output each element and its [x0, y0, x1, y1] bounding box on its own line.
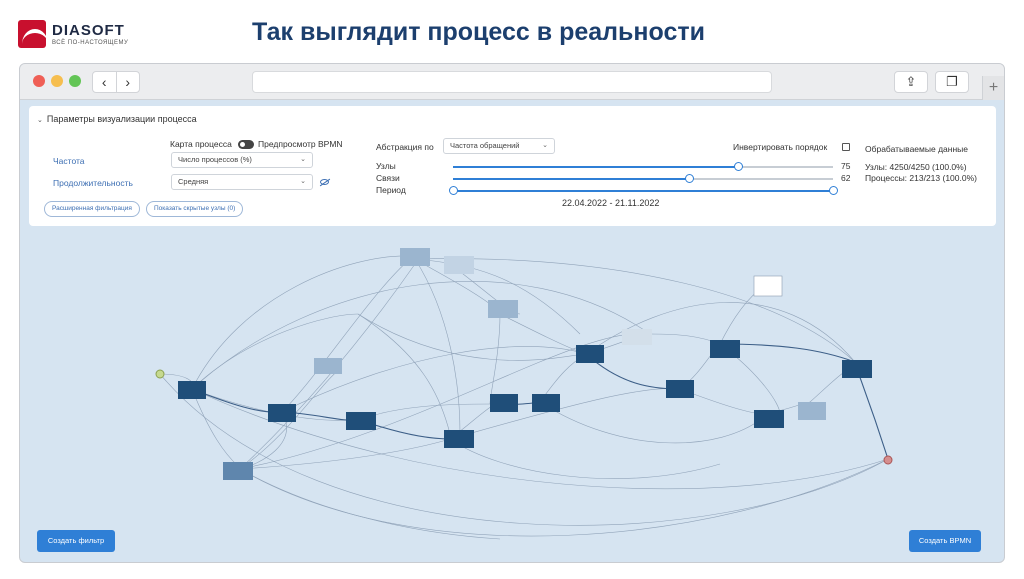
panel-title: Параметры визуализации процесса	[46, 114, 197, 124]
bpmn-preview-label: Предпросмотр BPMN	[258, 139, 343, 149]
chevron-down-icon: ⌄	[542, 142, 548, 149]
plus-icon[interactable]: +	[982, 76, 1004, 100]
period-slider[interactable]	[449, 186, 838, 195]
abstraction-value: Частота обращений	[450, 141, 520, 150]
duration-label[interactable]: Продолжительность	[53, 178, 133, 188]
processed-processes: Процессы: 213/213 (100.0%)	[865, 173, 977, 183]
process-node[interactable]	[488, 300, 518, 318]
show-hidden-nodes-button[interactable]: Показать скрытые узлы (0)	[146, 201, 244, 217]
links-label: Связи	[376, 173, 400, 183]
process-node[interactable]	[490, 394, 518, 412]
process-node[interactable]	[532, 394, 560, 412]
processed-data-title: Обрабатываемые данные	[865, 144, 968, 154]
links-slider-fill	[453, 178, 689, 180]
process-node[interactable]	[710, 340, 740, 358]
panel-header[interactable]: ⌄ Параметры визуализации процесса	[37, 114, 197, 124]
invert-order-checkbox[interactable]	[842, 143, 850, 151]
process-node[interactable]	[268, 404, 296, 422]
nodes-slider-fill	[453, 166, 738, 168]
process-node[interactable]	[753, 275, 783, 297]
maximize-window-button[interactable]	[69, 75, 81, 87]
abstraction-label: Абстракция по	[376, 142, 434, 152]
process-node[interactable]	[346, 412, 376, 430]
diasoft-logo: DIASOFT ВСЁ ПО-НАСТОЯЩЕМУ	[18, 20, 128, 48]
frequency-value: Число процессов (%)	[178, 155, 252, 164]
chevron-left-icon[interactable]: ‹	[93, 72, 117, 92]
process-node[interactable]	[622, 329, 652, 345]
process-node[interactable]	[576, 345, 604, 363]
process-node[interactable]	[444, 256, 474, 274]
process-node[interactable]	[223, 462, 253, 480]
invert-order-label: Инвертировать порядок	[733, 142, 828, 152]
hide-eye-icon[interactable]	[320, 179, 329, 185]
duration-value: Средняя	[178, 177, 209, 186]
links-value: 62	[841, 173, 851, 183]
chevron-down-icon: ⌄	[300, 156, 306, 163]
start-node[interactable]	[155, 369, 165, 379]
duration-select[interactable]: Средняя ⌄	[171, 174, 313, 190]
frequency-select[interactable]: Число процессов (%) ⌄	[171, 152, 313, 168]
slide-title: Так выглядит процесс в реальности	[252, 18, 705, 46]
address-bar[interactable]	[252, 71, 772, 93]
nodes-value: 75	[841, 161, 851, 171]
tabs-icon[interactable]: ❐	[935, 71, 969, 93]
minimize-window-button[interactable]	[51, 75, 63, 87]
logo-name: DIASOFT	[52, 21, 125, 39]
nodes-slider-handle[interactable]	[734, 162, 743, 171]
create-bpmn-button[interactable]: Создать BPMN	[909, 530, 981, 552]
process-node[interactable]	[842, 360, 872, 378]
process-map-graph[interactable]	[20, 234, 1005, 563]
logo-tagline: ВСЁ ПО-НАСТОЯЩЕМУ	[52, 39, 129, 46]
create-filter-button[interactable]: Создать фильтр	[37, 530, 115, 552]
logo-mark-icon	[18, 20, 46, 48]
history-nav: ‹ ›	[92, 71, 140, 93]
close-window-button[interactable]	[33, 75, 45, 87]
visualization-settings-panel: ⌄ Параметры визуализации процесса Карта п…	[29, 106, 996, 226]
graph-edges	[159, 255, 889, 540]
process-node[interactable]	[798, 402, 826, 420]
chevron-right-icon[interactable]: ›	[117, 72, 140, 92]
view-mode-toggle[interactable]	[238, 140, 254, 149]
links-slider[interactable]	[453, 174, 833, 183]
processed-nodes: Узлы: 4250/4250 (100.0%)	[865, 162, 967, 172]
process-node[interactable]	[666, 380, 694, 398]
browser-window: ‹ › ⇪ ❐ + ⌄ Параметры визуализации процес…	[19, 63, 1005, 563]
frequency-label[interactable]: Частота	[53, 156, 85, 166]
nodes-slider[interactable]	[453, 162, 833, 171]
end-node[interactable]	[883, 455, 893, 465]
process-map-label: Карта процесса	[170, 139, 232, 149]
chevron-down-icon: ⌄	[300, 178, 306, 185]
nodes-label: Узлы	[376, 161, 396, 171]
period-start-handle[interactable]	[449, 186, 458, 195]
links-slider-handle[interactable]	[684, 174, 694, 183]
process-node[interactable]	[444, 430, 474, 448]
process-node[interactable]	[400, 248, 430, 266]
period-slider-fill	[453, 190, 833, 192]
period-range: 22.04.2022 - 21.11.2022	[562, 198, 660, 208]
abstraction-select[interactable]: Частота обращений ⌄	[443, 138, 555, 154]
period-label: Период	[376, 185, 406, 195]
extended-filter-button[interactable]: Расширенная фильтрация	[44, 201, 140, 217]
process-node[interactable]	[754, 410, 784, 428]
chevron-down-icon: ⌄	[37, 117, 43, 124]
process-node[interactable]	[314, 358, 342, 374]
process-nodes	[178, 248, 872, 480]
share-icon[interactable]: ⇪	[894, 71, 928, 93]
period-end-handle[interactable]	[829, 186, 838, 195]
browser-titlebar: ‹ › ⇪ ❐ +	[20, 64, 1004, 100]
process-node[interactable]	[178, 381, 206, 399]
